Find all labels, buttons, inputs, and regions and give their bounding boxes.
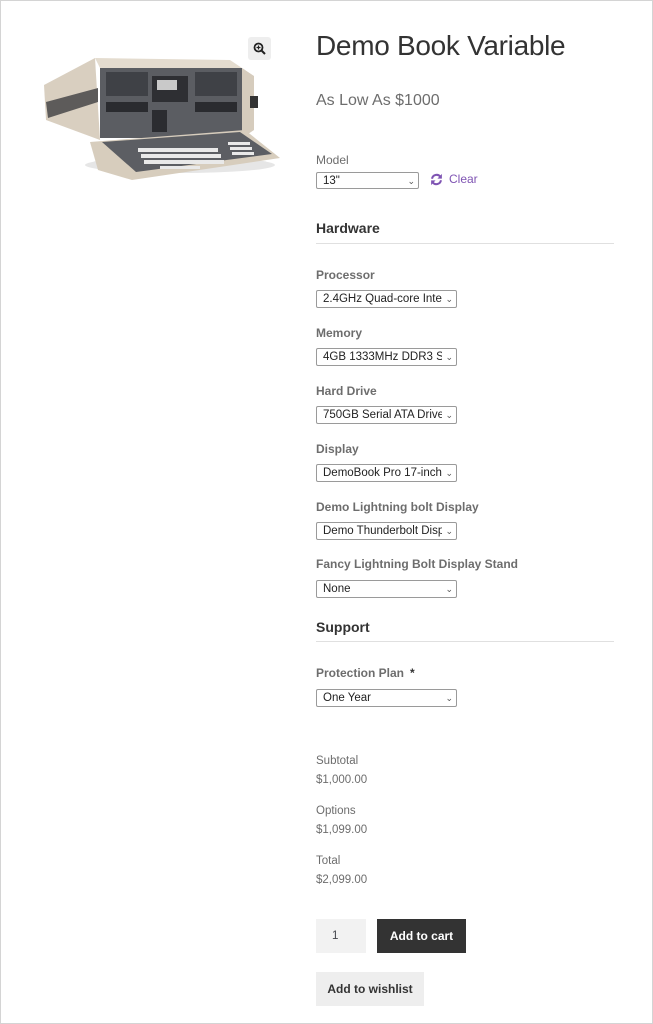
lightning-display-label: Demo Lightning bolt Display: [316, 500, 479, 514]
chevron-down-icon: ⌄: [445, 410, 453, 420]
lightning-display-select[interactable]: Demo Thunderbolt Displa ⌄: [316, 522, 457, 540]
add-to-cart-button[interactable]: Add to cart: [377, 919, 466, 953]
chevron-down-icon: ⌄: [445, 693, 453, 703]
protection-plan-label: Protection Plan *: [316, 666, 415, 680]
display-stand-select-value: None: [323, 583, 351, 595]
subtotal-value: $1,000.00: [316, 774, 368, 786]
display-stand-select[interactable]: None ⌄: [316, 580, 457, 598]
hard-drive-select-value: 750GB Serial ATA Drive @: [323, 409, 442, 421]
processor-select-value: 2.4GHz Quad-core Intel C: [323, 293, 442, 305]
display-stand-label: Fancy Lightning Bolt Display Stand: [316, 557, 519, 571]
chevron-down-icon: ⌄: [445, 294, 453, 304]
chevron-down-icon: ⌄: [407, 176, 415, 186]
chevron-down-icon: ⌄: [445, 352, 453, 362]
total-label: Total: [316, 855, 341, 867]
options-value: $1,099.00: [316, 824, 368, 836]
memory-select-value: 4GB 1333MHz DDR3 SDRA: [323, 351, 442, 363]
support-heading: Support: [316, 619, 370, 635]
hard-drive-label: Hard Drive: [316, 384, 377, 398]
display-label: Display: [316, 442, 359, 456]
display-select[interactable]: DemoBook Pro 17-inch H ⌄: [316, 464, 457, 482]
model-label: Model: [316, 153, 349, 167]
clear-variation-link[interactable]: Clear: [430, 172, 478, 186]
display-select-value: DemoBook Pro 17-inch H: [323, 467, 442, 479]
required-marker: *: [410, 666, 415, 680]
processor-label: Processor: [316, 268, 375, 282]
clear-label: Clear: [449, 172, 478, 186]
memory-label: Memory: [316, 326, 363, 340]
total-value: $2,099.00: [316, 874, 368, 886]
chevron-down-icon: ⌄: [445, 468, 453, 478]
protection-plan-label-text: Protection Plan: [316, 666, 405, 680]
hard-drive-select[interactable]: 750GB Serial ATA Drive @ ⌄: [316, 406, 457, 424]
hardware-divider: [316, 243, 614, 244]
image-zoom-button[interactable]: [248, 37, 271, 60]
model-select-value: 13": [323, 175, 340, 187]
hardware-heading: Hardware: [316, 220, 380, 236]
lightning-display-select-value: Demo Thunderbolt Displa: [323, 525, 442, 537]
protection-plan-select[interactable]: One Year ⌄: [316, 689, 457, 707]
chevron-down-icon: ⌄: [445, 526, 453, 536]
options-label: Options: [316, 805, 356, 817]
magnifier-plus-icon: [253, 42, 266, 55]
chevron-down-icon: ⌄: [445, 584, 453, 594]
memory-select[interactable]: 4GB 1333MHz DDR3 SDRA ⌄: [316, 348, 457, 366]
processor-select[interactable]: 2.4GHz Quad-core Intel C ⌄: [316, 290, 457, 308]
product-price: As Low As $1000: [316, 92, 440, 109]
add-to-wishlist-button[interactable]: Add to wishlist: [316, 972, 424, 1006]
quantity-input[interactable]: 1: [316, 919, 366, 953]
support-divider: [316, 641, 614, 642]
subtotal-label: Subtotal: [316, 755, 359, 767]
product-title: Demo Book Variable: [316, 30, 566, 61]
refresh-icon: [431, 173, 442, 185]
protection-plan-select-value: One Year: [323, 692, 371, 704]
model-select[interactable]: 13" ⌄: [316, 172, 419, 189]
